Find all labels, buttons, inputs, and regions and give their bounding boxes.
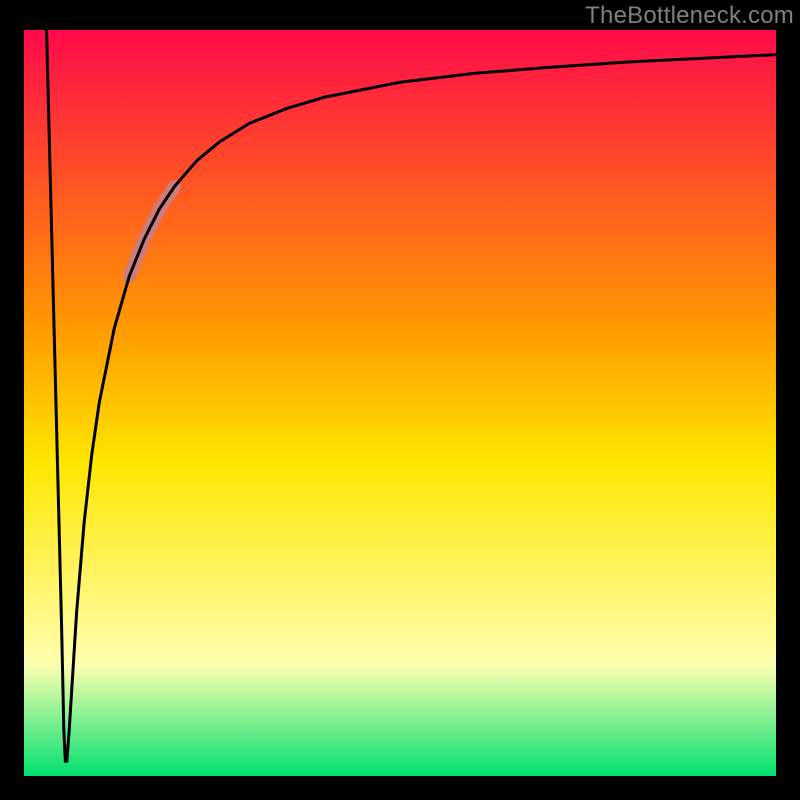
chart-container: TheBottleneck.com <box>0 0 800 800</box>
plot-background <box>24 30 776 776</box>
bottleneck-chart <box>0 0 800 800</box>
